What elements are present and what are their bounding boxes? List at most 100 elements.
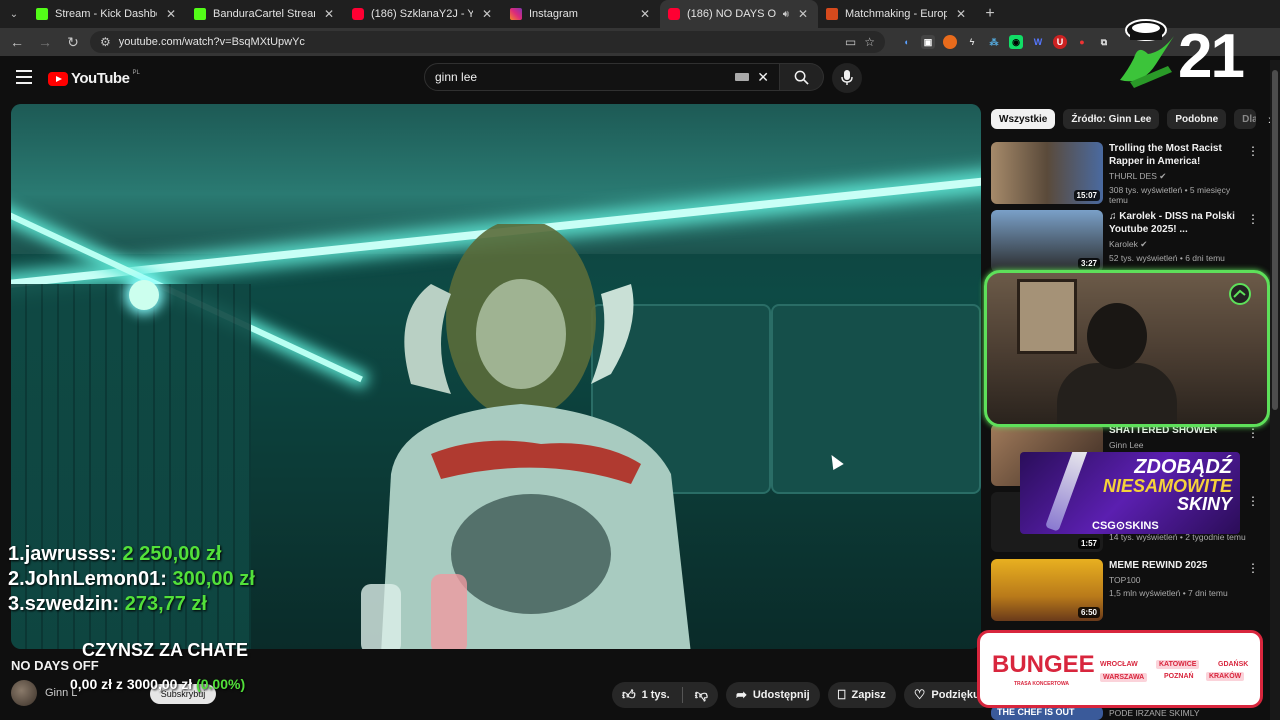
related-filter-chips: Wszystkie Źródło: Ginn Lee Podobne Dla ›: [991, 109, 1273, 129]
video-person: [361, 224, 691, 649]
more-vert-icon[interactable]: ⋮: [1247, 561, 1259, 575]
extension-icon[interactable]: ⧉: [1097, 35, 1111, 49]
save-button[interactable]: ⎕ Zapisz: [827, 682, 896, 708]
chip-related[interactable]: Podobne: [1167, 109, 1227, 129]
search-button[interactable]: [780, 63, 824, 91]
recommendation-channel: PODE IRZANE SKIMLY: [1109, 708, 1200, 718]
tab-search-chevron-icon[interactable]: ⌄: [0, 0, 28, 28]
video-thumbnail[interactable]: THE CHEF IS OUT: [991, 706, 1103, 720]
reload-icon[interactable]: ↻: [62, 31, 84, 53]
video-title: NO DAYS OFF: [11, 658, 99, 673]
more-vert-icon[interactable]: ⋮: [1247, 212, 1259, 226]
csgo-skins-ad[interactable]: ZDOBĄDŹ NIESAMOWITE SKINY CSG⊙SKINS: [1020, 452, 1240, 534]
verified-check-icon: ✔: [1159, 171, 1167, 181]
leaderboard-amount: 273,77 zł: [124, 593, 207, 615]
donation-goal-title: CZYNSZ ZA CHATE: [82, 640, 248, 660]
extension-icon[interactable]: ⁂: [987, 35, 1001, 49]
new-tab-plus-icon[interactable]: +: [976, 5, 1004, 23]
leaderboard-amount: 300,00 zł: [172, 568, 255, 590]
channel-avatar[interactable]: [11, 680, 37, 706]
back-arrow-icon[interactable]: ←: [6, 31, 28, 53]
cast-icon[interactable]: ▭: [845, 35, 856, 49]
bungee-tour-ad[interactable]: BUNGEE TRASA KONCERTOWA WROCŁAW KATOWICE…: [977, 630, 1263, 708]
search-input[interactable]: ginn lee ✕: [424, 63, 780, 91]
tab-close-icon[interactable]: ✕: [164, 7, 178, 21]
video-duration: 15:07: [1073, 190, 1100, 201]
leaderboard-row: 1.jawrusss: 2 250,00 zł: [8, 542, 255, 567]
recommendation-meta: ♫ Karolek - DISS na Polski Youtube 2025!…: [1109, 210, 1261, 274]
recommendation-stats: 308 tys. wyświetleń • 5 miesięcy temu: [1109, 185, 1231, 205]
leaderboard-name: szwedzin:: [24, 593, 120, 615]
video-thumbnail[interactable]: 15:07: [991, 142, 1103, 204]
thumbs-down-icon[interactable]: 👎︎: [695, 687, 708, 703]
donation-goal-progress: 0,00 zł z 3000,00 zł (0.00%): [70, 676, 245, 692]
ad-brand: CSG⊙SKINS: [1092, 520, 1159, 532]
speaker-icon[interactable]: 🔊︎: [783, 9, 789, 20]
address-bar[interactable]: ⚙ youtube.com/watch?v=BsqMXtUpwYc ▭ ☆: [90, 31, 885, 53]
clear-search-icon[interactable]: ✕: [757, 69, 769, 86]
chip-for-you[interactable]: Dla: [1234, 109, 1257, 129]
browser-tab[interactable]: Instagram ✕: [502, 0, 660, 28]
webcam-person-head: [1087, 303, 1147, 369]
share-button[interactable]: ➦ Udostępnij: [725, 682, 820, 708]
video-duration: 1:57: [1077, 538, 1100, 549]
video-thumbnail[interactable]: 6:50: [991, 559, 1103, 621]
tour-city: KRAKÓW: [1206, 672, 1245, 681]
goal-current: 0,00 zł: [70, 676, 113, 692]
browser-tab[interactable]: (186) SzklanaY2J - YouTube ✕: [344, 0, 502, 28]
bungee-title: BUNGEE: [992, 651, 1095, 678]
site-info-icon[interactable]: ⚙: [100, 35, 111, 49]
extension-icon[interactable]: ϟ: [965, 35, 979, 49]
more-vert-icon[interactable]: ⋮: [1247, 426, 1259, 440]
browser-tab[interactable]: BanduraCartel Stream - Watch ✕: [186, 0, 344, 28]
extension-icon[interactable]: ◉: [1009, 35, 1023, 49]
youtube-logo[interactable]: YouTube PL: [48, 70, 140, 87]
recommendation-item[interactable]: 3:27 ♫ Karolek - DISS na Polski Youtube …: [991, 210, 1261, 274]
youtube-play-icon: [48, 71, 68, 86]
search-query: ginn lee: [435, 70, 478, 84]
microphone-icon: [841, 70, 853, 85]
tab-title: (186) SzklanaY2J - YouTube: [371, 8, 473, 20]
youtube-favicon-icon: [668, 8, 680, 20]
leaderboard-rank: 2.: [8, 568, 25, 590]
tab-close-icon[interactable]: ✕: [480, 7, 494, 21]
browser-tab-active[interactable]: (186) NO DAYS OFF - YouTu 🔊︎ ✕: [660, 0, 818, 28]
chip-all[interactable]: Wszystkie: [991, 109, 1056, 129]
tab-close-icon[interactable]: ✕: [322, 7, 336, 21]
more-vert-icon[interactable]: ⋮: [1247, 494, 1259, 508]
extension-icon[interactable]: ▣: [921, 35, 935, 49]
recommendation-channel: TOP100: [1109, 575, 1141, 585]
scrollbar-thumb[interactable]: [1272, 70, 1278, 410]
menu-hamburger-icon[interactable]: [16, 70, 32, 84]
extension-icon[interactable]: W: [1031, 35, 1045, 49]
video-duration: 3:27: [1077, 258, 1100, 269]
chip-source[interactable]: Źródło: Ginn Lee: [1063, 109, 1160, 129]
browser-tab[interactable]: Stream - Kick Dashboard ✕: [28, 0, 186, 28]
voice-search-button[interactable]: [832, 63, 862, 93]
extensions-row: ◖ ▣ ϟ ⁂ ◉ W U ● ⧉: [899, 35, 1111, 49]
webcam-brand-badge-icon: [1229, 283, 1251, 305]
streamer-webcam-overlay: [984, 270, 1270, 427]
goal-percent: (0.00%): [196, 676, 246, 692]
url-text: youtube.com/watch?v=BsqMXtUpwYc: [118, 36, 305, 48]
recommendation-item[interactable]: 15:07 Trolling the Most Racist Rapper in…: [991, 142, 1261, 206]
video-thumbnail[interactable]: 3:27: [991, 210, 1103, 272]
more-vert-icon[interactable]: ⋮: [1247, 144, 1259, 158]
bookmark-star-icon[interactable]: ☆: [864, 35, 875, 49]
recommendation-item[interactable]: 6:50 MEME REWIND 2025 TOP100 1,5 mln wyś…: [991, 559, 1261, 623]
tab-close-icon[interactable]: ✕: [954, 7, 968, 21]
streamer-brand-number: 21: [1178, 22, 1245, 91]
tab-close-icon[interactable]: ✕: [638, 7, 652, 21]
like-button[interactable]: 👍︎ 1 tys. 👎︎: [612, 682, 718, 708]
forward-arrow-icon[interactable]: →: [34, 31, 56, 53]
extension-icon[interactable]: U: [1053, 35, 1067, 49]
extension-icon[interactable]: ◖: [899, 35, 913, 49]
keyboard-icon[interactable]: [735, 73, 750, 81]
browser-tab[interactable]: Matchmaking - Europe 5v5 Qu ✕: [818, 0, 976, 28]
recommendation-item[interactable]: THE CHEF IS OUT PODE IRZANE SKIMLY: [991, 706, 1261, 720]
extension-icon[interactable]: ●: [1075, 35, 1089, 49]
extension-icon[interactable]: [943, 35, 957, 49]
page-scrollbar[interactable]: [1270, 60, 1280, 720]
tab-close-icon[interactable]: ✕: [796, 7, 810, 21]
recommendation-title: Trolling the Most Racist Rapper in Ameri…: [1109, 143, 1222, 167]
